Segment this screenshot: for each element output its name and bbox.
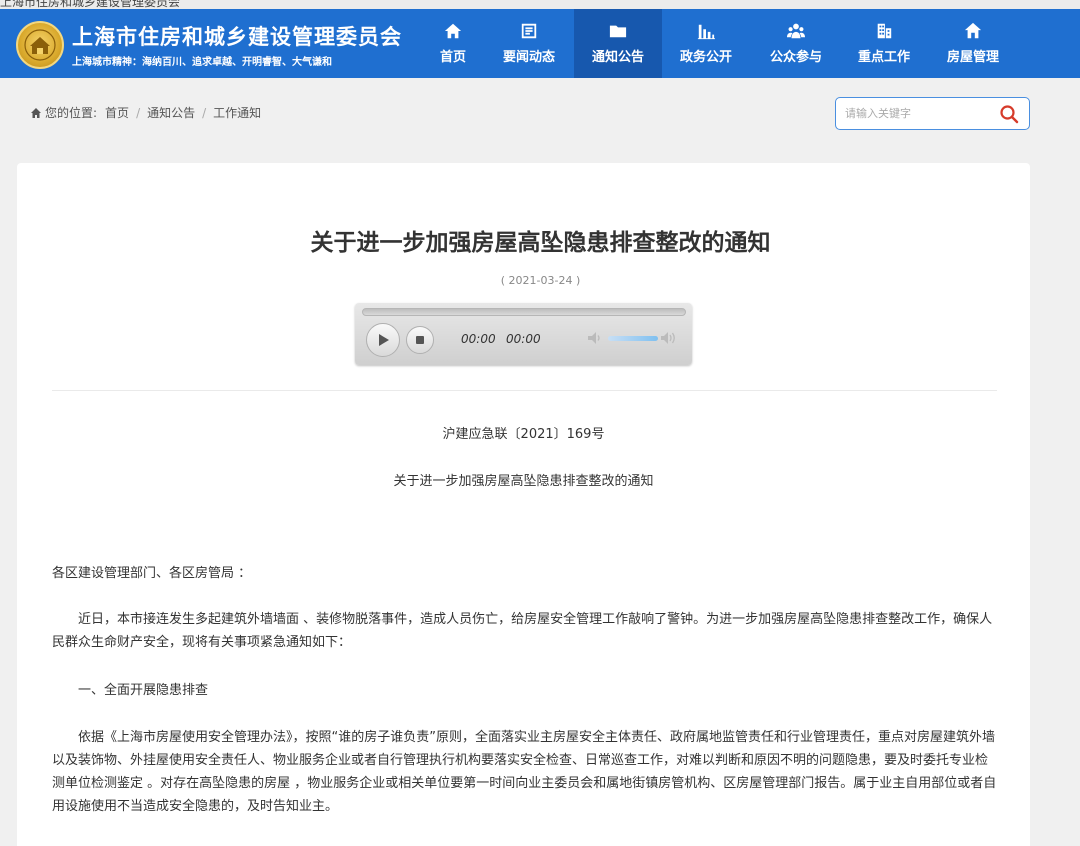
volume-low-icon[interactable] [587,331,603,345]
home-icon [444,23,462,39]
nav-label: 重点工作 [857,50,910,65]
nav-label: 要闻动态 [502,50,555,65]
document-number: 沪建应急联〔2021〕169号 [442,427,605,442]
duration: 00:00 [506,332,541,346]
volume-slider[interactable] [608,336,658,341]
nav-label: 政务公开 [679,50,732,65]
volume-high-icon[interactable] [660,330,677,346]
salutation: 各区建设管理部门、各区房管局 ： [52,566,252,581]
news-icon [521,23,537,39]
search-box [835,97,1030,130]
article-card: 关于进一步加强房屋高坠隐患排查整改的通知 ( 2021-03-24 ) 00:0… [17,163,1030,846]
search-icon[interactable] [999,104,1019,124]
article-date: ( 2021-03-24 ) [500,274,581,287]
site-slogan: 上海城市精神：海纳百川、追求卓越、开明睿智、大气谦和 [72,57,332,68]
play-icon [379,334,389,346]
nav-housing-management[interactable]: 房屋管理 [929,9,1017,78]
nav-key-work[interactable]: 重点工作 [840,9,928,78]
divider [52,390,997,391]
emblem-icon [24,29,56,61]
house-icon [964,22,982,39]
stop-button[interactable] [406,326,434,354]
breadcrumb-prefix: 您的位置: [45,106,98,120]
play-button[interactable] [366,323,400,357]
current-time: 00:00 [461,332,496,346]
stop-icon [416,336,424,344]
breadcrumb-separator: / [202,105,207,120]
folder-icon [609,25,627,38]
home-icon [31,107,41,118]
search-input[interactable] [845,105,985,123]
breadcrumb-work-notices[interactable]: 工作通知 [213,104,261,121]
people-icon [787,23,805,39]
browser-tab-text: 上海市住房和城乡建设管理委员会 [0,0,181,9]
paragraph-body: 依据《上海市房屋使用安全管理办法》，按照“谁的房子谁负责”原则，全面落实业主房屋… [52,730,997,814]
site-logo[interactable] [16,21,64,69]
nav-open-government[interactable]: 政务公开 [662,9,750,78]
audio-progress-bar[interactable] [362,308,686,316]
site-title[interactable]: 上海市住房和城乡建设管理委员会 [72,21,402,51]
document-title: 关于进一步加强房屋高坠隐患排查整改的通知 [393,474,654,489]
breadcrumb-notices[interactable]: 通知公告 [147,104,195,121]
nav-home[interactable]: 首页 [409,9,497,78]
nav-label: 公众参与 [769,50,822,65]
breadcrumb-home[interactable]: 首页 [105,104,129,121]
nav-label: 首页 [439,50,466,65]
site-header: 上海市住房和城乡建设管理委员会 上海城市精神：海纳百川、追求卓越、开明睿智、大气… [0,9,1080,78]
audio-player: 00:00 00:00 [355,303,692,365]
nav-notices[interactable]: 通知公告 [574,9,662,78]
nav-label: 房屋管理 [946,50,999,65]
browser-tab-strip: 上海市住房和城乡建设管理委员会 [0,0,1080,9]
nav-label: 通知公告 [591,50,644,65]
breadcrumb-separator: / [136,105,141,120]
nav-public-participation[interactable]: 公众参与 [752,9,840,78]
paragraph-intro: 近日，本市接连发生多起建筑外墙墙面 、装修物脱落事件，造成人员伤亡，给房屋安全管… [52,612,993,650]
nav-news[interactable]: 要闻动态 [485,9,573,78]
chart-icon [697,24,715,40]
article-title: 关于进一步加强房屋高坠隐患排查整改的通知 [310,230,771,256]
breadcrumb: 您的位置: 首页 / 通知公告 / 工作通知 [30,104,261,121]
section-heading: 一、全面开展隐患排查 [78,683,209,698]
building-icon [877,23,892,39]
